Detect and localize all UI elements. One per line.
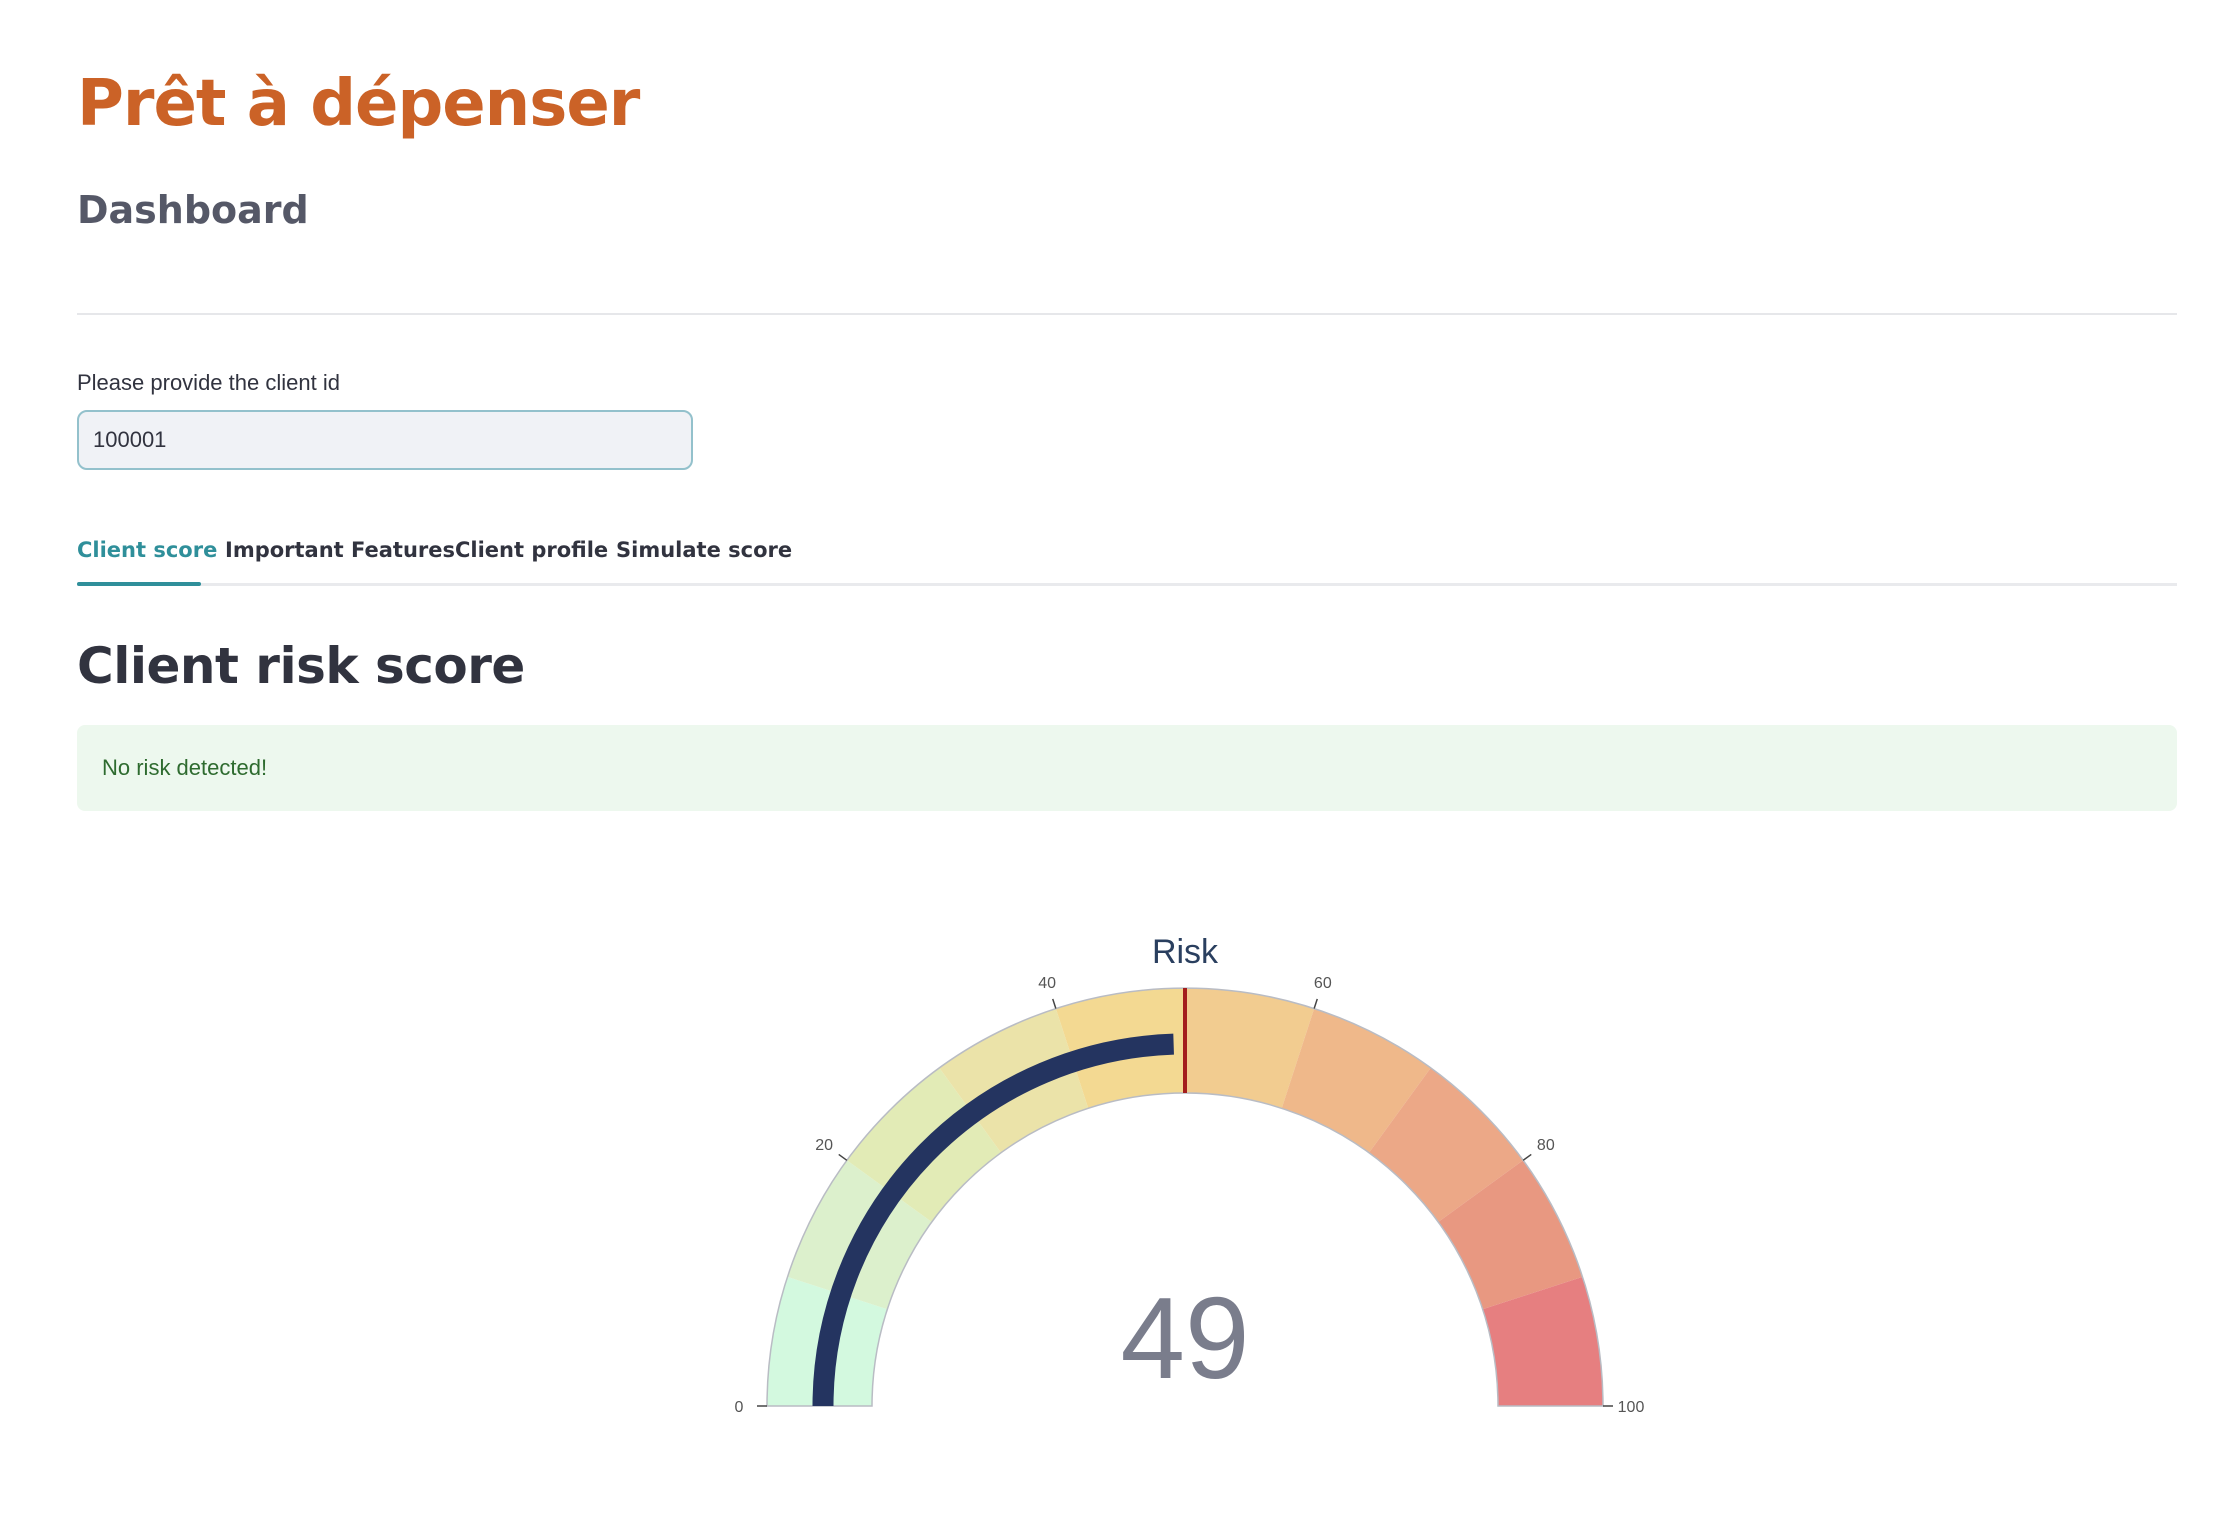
alert-message: No risk detected! xyxy=(102,755,268,780)
tab-client-score[interactable]: Client score xyxy=(77,538,217,562)
tab-simulate-score[interactable]: Simulate score xyxy=(616,538,792,562)
app-title: Prêt à dépenser xyxy=(77,67,640,141)
client-id-label: Please provide the client id xyxy=(77,370,340,395)
tab-bar-divider xyxy=(77,583,2177,586)
gauge-tick-mark xyxy=(838,1153,848,1161)
gauge-title: Risk xyxy=(1152,933,1219,971)
gauge-chart: 0 20 40 60 80 100 Risk 49 xyxy=(735,933,1645,1416)
success-alert: No risk detected! xyxy=(77,725,2177,811)
tab-client-profile[interactable]: Client profile xyxy=(455,538,608,562)
active-tab-indicator xyxy=(77,582,201,586)
gauge-tick-label: 100 xyxy=(1618,1399,1645,1416)
gauge-tick-mark xyxy=(1313,998,1318,1009)
gauge-value: 49 xyxy=(1120,1273,1249,1403)
page: Prêt à dépenser Dashboard Please provide… xyxy=(0,0,2228,1522)
tab-bar: Client score Important Features Client p… xyxy=(77,528,2177,586)
dashboard-subtitle: Dashboard xyxy=(77,188,309,232)
gauge-tick-mark xyxy=(1522,1153,1532,1161)
client-id-input[interactable] xyxy=(77,410,693,470)
gauge-tick-label: 20 xyxy=(815,1137,833,1154)
gauge-tick-mark xyxy=(1052,998,1057,1009)
gauge-tick-label: 0 xyxy=(735,1399,744,1416)
gauge-tick-label: 40 xyxy=(1038,975,1056,992)
risk-gauge: 0 20 40 60 80 100 Risk 49 xyxy=(0,900,2228,1460)
section-title: Client risk score xyxy=(77,637,525,695)
divider xyxy=(77,313,2177,315)
tab-important-features[interactable]: Important Features xyxy=(225,538,455,562)
gauge-tick-label: 60 xyxy=(1314,975,1332,992)
gauge-tick-label: 80 xyxy=(1537,1137,1555,1154)
